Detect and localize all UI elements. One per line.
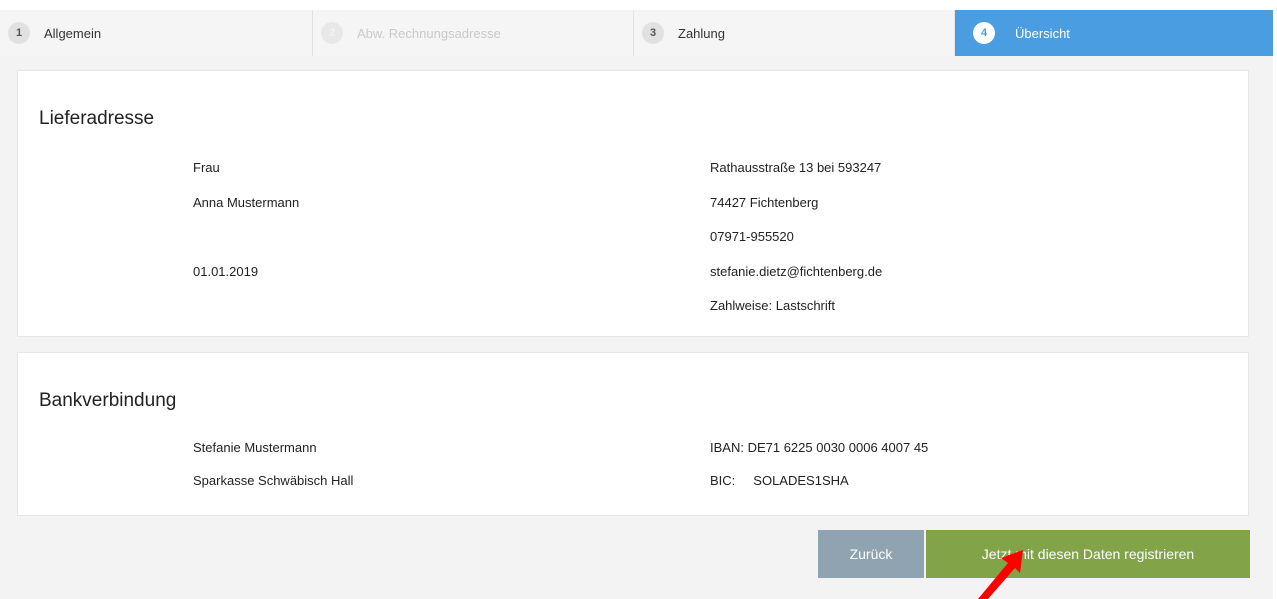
step-number-badge: 4 [973,22,995,44]
back-button[interactable]: Zurück [818,530,924,578]
step-uebersicht[interactable]: 4 Übersicht [955,10,1273,56]
salutation: Frau [193,160,220,175]
delivery-address-title: Lieferadresse [39,108,155,129]
birthdate: 01.01.2019 [193,263,259,279]
checkout-stepper: 1 Allgemein 2 Abw. Rechnungsadresse 3 Za… [0,10,1273,56]
payment-method: Zahlweise: Lastschrift [710,298,835,313]
city: 74427 Fichtenberg [710,194,819,210]
bic: BIC: SOLADES1SHA [710,471,928,504]
iban: IBAN: DE71 6225 0030 0006 4007 45 [710,440,929,455]
step-label: Allgemein [44,25,102,41]
bic-value: SOLADES1SHA [753,473,849,488]
bank-left-column: Stefanie Mustermann Sparkasse Schwäbisch… [193,438,353,504]
bank-right-column: IBAN: DE71 6225 0030 0006 4007 45 BIC: SO… [710,438,928,504]
step-allgemein[interactable]: 1 Allgemein [0,10,313,56]
address-left-column: Frau Anna Mustermann 01.01.2019 [193,158,299,296]
bank-details-title: Bankverbindung [39,390,177,411]
phone: 07971-955520 [710,229,794,244]
bank-name: Sparkasse Schwäbisch Hall [193,473,354,488]
step-label: Übersicht [1015,25,1070,41]
red-arrow-pointer-icon [978,550,1023,599]
page-frame: 1 Allgemein 2 Abw. Rechnungsadresse 3 Za… [0,10,1273,599]
step-number-badge: 3 [642,22,664,44]
email: stefanie.dietz@fichtenberg.de [710,263,883,279]
step-abw-rechnungsadresse: 2 Abw. Rechnungsadresse [313,10,634,56]
step-number-badge: 1 [8,22,30,44]
step-label: Abw. Rechnungsadresse [357,25,501,41]
street: Rathausstraße 13 bei 593247 [710,160,882,175]
bic-label: BIC: [710,473,736,488]
empty-line [193,227,299,262]
step-number-badge: 2 [321,22,343,44]
bank-details-card: Bankverbindung Stefanie Mustermann Spark… [17,352,1249,516]
customer-name: Anna Mustermann [193,194,300,210]
address-right-column: Rathausstraße 13 bei 593247 74427 Fichte… [710,158,882,331]
account-holder: Stefanie Mustermann [193,440,317,455]
step-label: Zahlung [678,25,725,41]
step-zahlung[interactable]: 3 Zahlung [634,10,955,56]
delivery-address-card: Lieferadresse Frau Anna Mustermann 01.01… [17,70,1249,337]
